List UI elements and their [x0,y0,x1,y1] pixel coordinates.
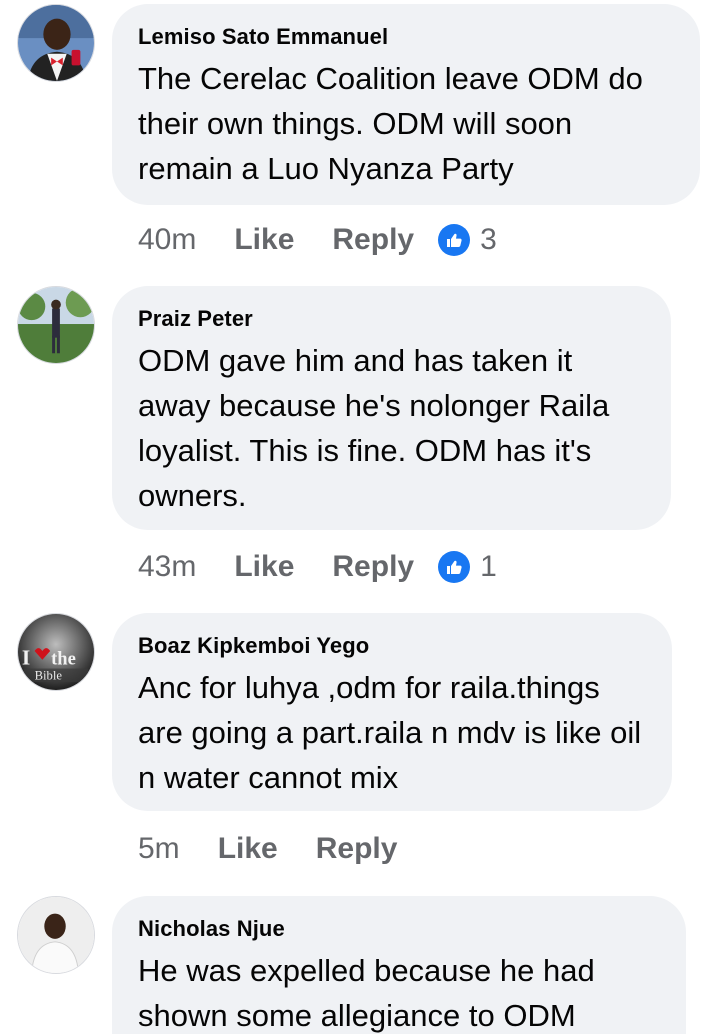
comment-author[interactable]: Lemiso Sato Emmanuel [138,24,674,50]
comment-time[interactable]: 5m [138,832,180,866]
comment-author[interactable]: Boaz Kipkemboi Yego [138,633,646,659]
comment-bubble: Boaz Kipkemboi Yego Anc for luhya ,odm f… [112,613,672,811]
like-button[interactable]: Like [234,550,294,584]
comment-bubble: Nicholas Njue He was expelled because he… [112,896,686,1034]
reply-button[interactable]: Reply [332,223,414,257]
avatar[interactable] [17,896,95,974]
reaction-summary[interactable]: 3 [438,223,497,257]
profile-photo-icon: I the Bible [18,614,94,690]
comment-bubble: Praiz Peter ODM gave him and has taken i… [112,286,671,530]
like-button[interactable]: Like [218,832,278,866]
comment-time[interactable]: 43m [138,550,196,584]
svg-text:I: I [22,646,30,670]
reply-button[interactable]: Reply [332,550,414,584]
reaction-count: 1 [480,550,497,583]
svg-text:the: the [51,650,76,670]
profile-photo-icon [18,287,94,363]
comment-text: He was expelled because he had shown som… [138,953,595,1033]
avatar[interactable] [17,286,95,364]
comment-actions: 5m Like Reply [138,829,435,869]
comment-author[interactable]: Praiz Peter [138,306,645,332]
comment-actions: 43m Like Reply 1 [138,547,497,587]
comment-time[interactable]: 40m [138,223,196,257]
avatar[interactable] [17,4,95,82]
comments-feed: Lemiso Sato Emmanuel The Cerelac Coaliti… [0,0,720,1034]
reaction-count: 3 [480,223,497,256]
comment-text: Anc for luhya ,odm for raila.things are … [138,670,642,795]
thumbs-up-icon [438,224,471,256]
thumbs-up-icon [438,551,471,583]
reaction-summary[interactable]: 1 [438,550,497,584]
comment-author[interactable]: Nicholas Njue [138,916,660,942]
profile-photo-icon [18,5,94,81]
comment-actions: 40m Like Reply 3 [138,220,497,260]
comment-text: The Cerelac Coalition leave ODM do their… [138,61,643,186]
profile-photo-icon [18,897,94,973]
comment-bubble: Lemiso Sato Emmanuel The Cerelac Coaliti… [112,4,700,205]
like-button[interactable]: Like [234,223,294,257]
avatar[interactable]: I the Bible [17,613,95,691]
comment-text: ODM gave him and has taken it away becau… [138,343,610,513]
svg-text:Bible: Bible [35,668,63,682]
reply-button[interactable]: Reply [316,832,398,866]
